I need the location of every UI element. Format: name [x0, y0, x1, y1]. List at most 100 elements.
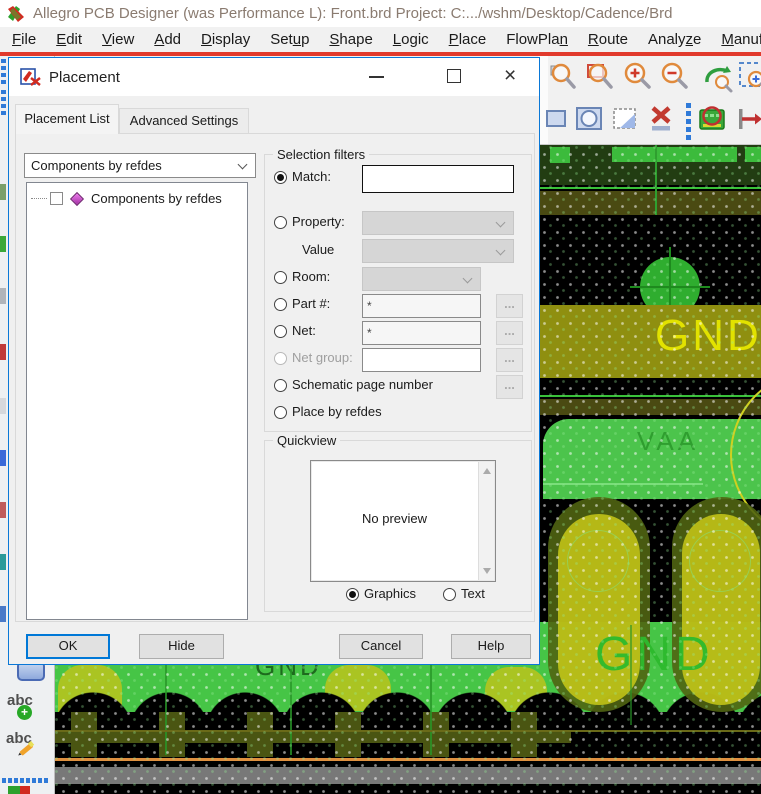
- component-tree[interactable]: Components by refdes: [26, 182, 248, 620]
- zoom-points-icon[interactable]: [546, 60, 580, 94]
- dialog-titlebar[interactable]: Placement ×: [9, 58, 539, 96]
- menu-item-shape[interactable]: Shape: [319, 31, 382, 48]
- placement-list-page: Components by refdes Components by refde…: [15, 133, 535, 622]
- room-radio[interactable]: [274, 271, 287, 284]
- tree-connector: [31, 198, 47, 199]
- netgroup-input[interactable]: [362, 348, 481, 372]
- tree-item-components-by-refdes[interactable]: Components by refdes: [31, 191, 222, 206]
- help-button[interactable]: Help: [451, 634, 531, 659]
- pencil-icon: [18, 740, 35, 756]
- zoom-fit-icon[interactable]: [737, 60, 761, 94]
- component-list-dropdown[interactable]: Components by refdes: [24, 153, 256, 178]
- toolbar-icon-sliver: [0, 502, 6, 518]
- menu-item-edit[interactable]: Edit: [46, 31, 92, 48]
- quickview-group: Quickview No preview Graphics Text: [264, 433, 532, 612]
- menu-item-place[interactable]: Place: [439, 31, 497, 48]
- pcb-trace: [540, 187, 761, 189]
- menu-item-add[interactable]: Add: [144, 31, 191, 48]
- rect-tool-icon[interactable]: [539, 102, 573, 136]
- part-radio[interactable]: [274, 298, 287, 311]
- property-dropdown: [362, 211, 514, 235]
- property-radio[interactable]: [274, 216, 287, 229]
- window-titlebar: Allegro PCB Designer (was Performance L)…: [0, 0, 761, 27]
- selection-filters-legend: Selection filters: [273, 147, 370, 162]
- text-edit-button[interactable]: abc: [6, 730, 35, 756]
- ok-button[interactable]: OK: [26, 634, 110, 659]
- toolbar-separator-dots: [1, 90, 6, 118]
- text-add-button[interactable]: abc +: [7, 692, 33, 720]
- chevron-down-icon: [462, 273, 473, 284]
- zoom-in-icon[interactable]: [620, 60, 654, 94]
- schematic-page-radio[interactable]: [274, 379, 287, 392]
- menu-item-file[interactable]: File: [2, 31, 46, 48]
- preview-empty-text: No preview: [361, 511, 428, 526]
- circle-tool-icon[interactable]: [572, 102, 606, 136]
- dashed-rect-tool-icon[interactable]: [608, 102, 642, 136]
- netgroup-radio: [274, 352, 287, 365]
- net-browse-button[interactable]: ...: [496, 321, 523, 345]
- menu-item-display[interactable]: Display: [191, 31, 260, 48]
- part-browse-button[interactable]: ...: [496, 294, 523, 318]
- scroll-up-icon[interactable]: [483, 468, 491, 474]
- chevron-down-icon: [495, 245, 506, 256]
- pcb-pad: [745, 147, 761, 162]
- zoom-previous-icon[interactable]: [700, 60, 734, 94]
- zoom-rect-icon[interactable]: [583, 60, 617, 94]
- net-label: Net:: [292, 323, 316, 338]
- pcb-band: [540, 399, 761, 415]
- value-label: Value: [302, 242, 335, 257]
- chevron-down-icon: [495, 217, 506, 228]
- value-dropdown: [362, 239, 514, 263]
- highlight-component-tool-icon[interactable]: [695, 102, 729, 136]
- tree-item-checkbox[interactable]: [50, 192, 63, 205]
- schematic-browse-button[interactable]: ...: [496, 375, 523, 399]
- toolbar-icon-sliver: [0, 344, 6, 360]
- menu-item-logic[interactable]: Logic: [383, 31, 439, 48]
- toolbar-icon-sliver: [0, 398, 6, 414]
- pcb-trace: [540, 395, 761, 397]
- room-label: Room:: [292, 269, 331, 284]
- net-radio[interactable]: [274, 325, 287, 338]
- property-label: Property:: [292, 214, 345, 229]
- tab-placement-list[interactable]: Placement List: [15, 104, 119, 134]
- preview-scrollbar[interactable]: [478, 462, 494, 580]
- pcb-pad: [612, 147, 737, 162]
- toolbar-separator-dots: [1, 59, 6, 87]
- netgroup-browse-button[interactable]: ...: [496, 348, 523, 372]
- pcb-band: [540, 191, 761, 215]
- netgroup-label: Net group:: [292, 350, 353, 365]
- menu-item-setup[interactable]: Setup: [260, 31, 319, 48]
- pcb-gray-band: [55, 767, 761, 784]
- menu-item-view[interactable]: View: [92, 31, 144, 48]
- net-input[interactable]: [362, 321, 481, 345]
- toolbar-icon-sliver: [0, 184, 6, 200]
- pcb-trace: [655, 145, 657, 215]
- part-label: Part #:: [292, 296, 331, 311]
- part-input[interactable]: [362, 294, 481, 318]
- partial-toolbar-icon: [8, 786, 30, 794]
- match-input[interactable]: [362, 165, 514, 193]
- toolbar-separator-dots: [2, 778, 50, 783]
- zoom-out-icon[interactable]: [657, 60, 691, 94]
- move-ref-tool-icon[interactable]: [731, 102, 761, 136]
- tab-advanced-settings[interactable]: Advanced Settings: [119, 108, 249, 134]
- minimize-button[interactable]: [369, 76, 384, 78]
- pcb-pin-arc: [567, 530, 629, 592]
- pcb-label-vaa: VAA: [637, 426, 700, 456]
- menu-item-flowplan[interactable]: FlowPlan: [496, 31, 578, 48]
- menu-item-manufa[interactable]: Manufa: [711, 31, 761, 48]
- hide-button[interactable]: Hide: [139, 634, 224, 659]
- place-by-refdes-radio[interactable]: [274, 406, 287, 419]
- maximize-button[interactable]: [447, 69, 461, 83]
- delete-tool-icon[interactable]: [644, 102, 678, 136]
- pcb-trace-orange: [55, 758, 761, 761]
- match-radio[interactable]: [274, 171, 287, 184]
- component-group-icon: [69, 191, 85, 206]
- scroll-down-icon[interactable]: [483, 568, 491, 574]
- menu-item-analyze[interactable]: Analyze: [638, 31, 711, 48]
- close-button[interactable]: ×: [504, 63, 516, 89]
- cancel-button[interactable]: Cancel: [339, 634, 423, 659]
- text-radio[interactable]: [443, 588, 456, 601]
- menu-item-route[interactable]: Route: [578, 31, 638, 48]
- graphics-radio[interactable]: [346, 588, 359, 601]
